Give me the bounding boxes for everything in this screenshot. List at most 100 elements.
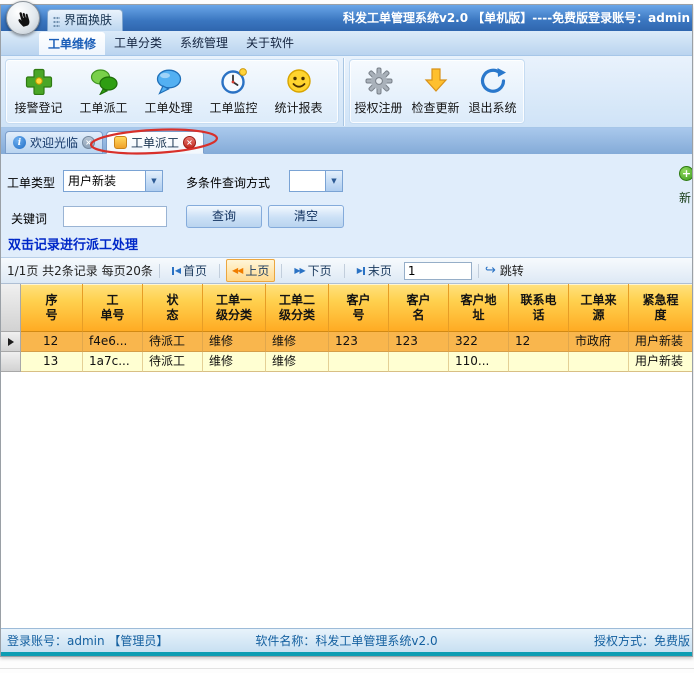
monitor-label: 工单监控 [201,99,266,116]
status-license-mode: 授权方式：免费版 [594,632,690,649]
toolbar: 接警登记 工单派工 [1,56,692,128]
menu-tab-system-management[interactable]: 系统管理 [171,31,237,55]
prev-page-button[interactable]: 上页 [226,259,275,282]
toolbar-divider [343,58,344,126]
selected-row-marker-icon [8,338,14,346]
screen: 界面换肤 科发工单管理系统v2.0 【单机版】----免费版登录账号：admin… [0,0,694,673]
cell-phone [509,352,569,372]
col-header-category-level1[interactable]: 工单一 级分类 [203,284,266,332]
cell-category-level2: 维修 [266,352,329,372]
menu-tab-workorder-repair[interactable]: 工单维修 [39,32,105,55]
cell-customer-no [329,352,389,372]
close-icon[interactable] [82,136,95,149]
chevron-down-icon[interactable] [325,171,342,191]
cell-seq: 12 [21,332,83,352]
monitor-clock-icon [201,64,266,98]
process-button[interactable]: 工单处理 [136,64,201,116]
alarm-register-button[interactable]: 接警登记 [6,64,71,116]
cell-customer-address: 110... [449,352,509,372]
menu-tab-workorder-category[interactable]: 工单分类 [105,31,171,55]
col-header-customer-name[interactable]: 客户 名 [389,284,449,332]
keyword-input[interactable] [63,206,167,227]
new-button-partial[interactable]: 新 [679,166,692,228]
process-label: 工单处理 [136,99,201,116]
col-header-phone[interactable]: 联系电 话 [509,284,569,332]
dispatch-button[interactable]: 工单派工 [71,64,136,116]
exit-button[interactable]: 退出系统 [464,64,521,116]
row-selector [1,332,21,352]
skin-change-label: 界面换肤 [64,13,112,27]
new-button-label: 新 [679,189,692,206]
cell-customer-address: 322 [449,332,509,352]
workorder-table: 序 号 工 单号 状 态 工单一 级分类 工单二 级分类 客户 号 客户 名 客… [1,284,692,372]
col-header-urgency[interactable]: 紧急程 度 [629,284,692,332]
menu-bar: 工单维修 工单分类 系统管理 关于软件 [1,31,692,56]
col-header-category-level2[interactable]: 工单二 级分类 [266,284,329,332]
license-register-label: 授权注册 [350,99,407,116]
hand-cursor-icon [11,6,35,30]
jump-label: 跳转 [500,262,524,279]
search-button[interactable]: 查询 [186,205,262,228]
col-header-customer-no[interactable]: 客户 号 [329,284,389,332]
separator [478,264,479,278]
report-smiley-icon [266,64,331,98]
cell-customer-name: 123 [389,332,449,352]
grid-corner [1,284,21,332]
filter-panel: 工单类型 用户新装 多条件查询方式 关键词 查询 清空 双击记录进行派工处理 新 [1,154,692,258]
doc-tab-dispatch-label: 工单派工 [131,134,179,151]
separator [219,264,220,278]
cell-category-level1: 维修 [203,332,266,352]
prev-page-label: 上页 [245,262,269,279]
doc-tab-welcome-label: 欢迎光临 [30,134,78,151]
cell-status: 待派工 [143,352,203,372]
order-type-select[interactable]: 用户新装 [63,170,163,192]
plus-icon [679,166,692,181]
separator [344,264,345,278]
order-type-label: 工单类型 [7,174,55,191]
table-row[interactable]: 12 f4e6... 待派工 维修 维修 123 123 322 12 市政府 … [1,332,692,352]
first-page-button[interactable]: 首页 [166,259,213,282]
col-header-status[interactable]: 状 态 [143,284,203,332]
jump-button[interactable]: 跳转 [485,262,524,279]
multi-condition-select[interactable] [289,170,343,192]
order-type-value: 用户新装 [64,171,145,191]
hand-cursor-button[interactable] [6,1,40,35]
close-icon[interactable] [183,136,196,149]
chevron-down-icon[interactable] [145,171,162,191]
cell-urgency: 用户新装 [629,352,692,372]
worksheet-icon [114,136,127,149]
page-number-input[interactable] [404,262,472,280]
menu-tab-about-software[interactable]: 关于软件 [237,31,303,55]
table-row[interactable]: 13 1a7c... 待派工 维修 维修 110... 用户新装 [1,352,692,372]
next-page-label: 下页 [308,262,332,279]
clear-button[interactable]: 清空 [268,205,344,228]
last-page-button[interactable]: 末页 [351,259,398,282]
monitor-button[interactable]: 工单监控 [201,64,266,116]
first-page-label: 首页 [183,262,207,279]
window-title: 科发工单管理系统v2.0 【单机版】----免费版登录账号：admin[管理员 [343,5,690,31]
col-header-order-source[interactable]: 工单来 源 [569,284,629,332]
report-button[interactable]: 统计报表 [266,64,331,116]
doc-tab-welcome[interactable]: 欢迎光临 [5,131,103,154]
license-register-button[interactable]: 授权注册 [350,64,407,116]
dispatch-hint-text: 双击记录进行派工处理 [8,234,138,253]
table-header-row: 序 号 工 单号 状 态 工单一 级分类 工单二 级分类 客户 号 客户 名 客… [1,284,692,332]
grip-dots-icon [53,16,60,27]
doc-tab-dispatch[interactable]: 工单派工 [106,131,204,154]
separator [159,264,160,278]
col-header-seq[interactable]: 序 号 [21,284,83,332]
exit-label: 退出系统 [464,99,521,116]
skin-change-button[interactable]: 界面换肤 [47,9,123,31]
cell-urgency: 用户新装 [629,332,692,352]
col-header-order-no[interactable]: 工 单号 [83,284,143,332]
last-page-label: 末页 [368,262,392,279]
cell-order-source: 市政府 [569,332,629,352]
col-header-customer-address[interactable]: 客户地 址 [449,284,509,332]
document-tab-strip: 欢迎光临 工单派工 [1,128,692,154]
next-page-button[interactable]: 下页 [288,259,337,282]
next-page-icon [294,267,304,275]
keyword-label: 关键词 [11,210,47,227]
multi-condition-label: 多条件查询方式 [186,174,270,191]
check-update-button[interactable]: 检查更新 [407,64,464,116]
check-update-icon [407,64,464,98]
